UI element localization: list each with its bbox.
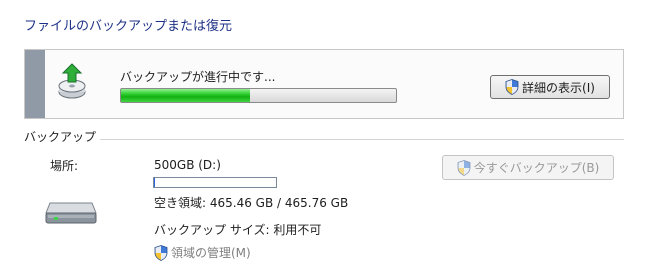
- backup-now-button[interactable]: 今すぐバックアップ(B): [442, 155, 614, 180]
- backup-size-text: バックアップ サイズ: 利用不可: [154, 223, 322, 237]
- section-divider: [100, 139, 624, 140]
- view-details-label: 詳細の表示(I): [522, 80, 595, 95]
- backup-progress-bar: [120, 88, 397, 103]
- backup-progress-fill: [121, 89, 251, 102]
- location-label: 場所:: [50, 159, 79, 173]
- uac-shield-icon: [457, 159, 471, 176]
- backup-status-text: バックアップが進行中です...: [120, 70, 276, 84]
- panel-accent-bar: [25, 50, 45, 118]
- backup-section-heading: バックアップ: [24, 130, 97, 144]
- manage-space-link[interactable]: 領域の管理(M): [154, 244, 251, 261]
- page-title: ファイルのバックアップまたは復元: [24, 19, 233, 34]
- free-space-text: 空き領域: 465.46 GB / 465.76 GB: [154, 196, 349, 210]
- hard-drive-icon: [45, 202, 97, 224]
- view-details-button[interactable]: 詳細の表示(I): [490, 75, 610, 99]
- drive-usage-fill: [154, 178, 156, 187]
- backup-progress-icon: [58, 63, 86, 99]
- backup-now-label: 今すぐバックアップ(B): [473, 161, 600, 175]
- uac-shield-icon: [154, 244, 168, 261]
- uac-shield-icon: [505, 79, 519, 95]
- drive-usage-bar: [153, 177, 277, 188]
- manage-space-label: 領域の管理(M): [171, 246, 251, 260]
- backup-drive-name: 500GB (D:): [154, 158, 221, 172]
